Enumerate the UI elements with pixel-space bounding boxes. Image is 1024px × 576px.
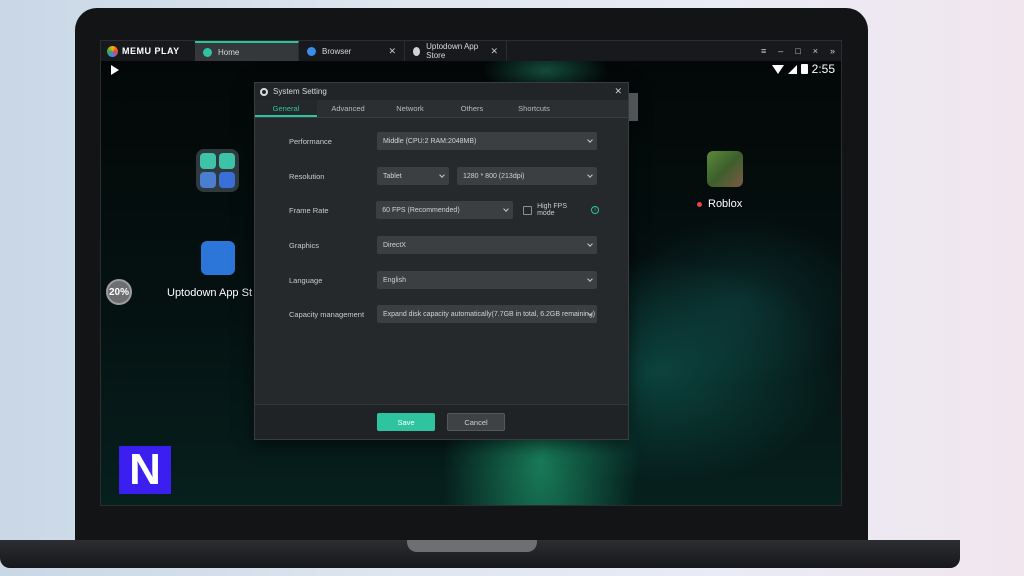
cancel-button[interactable]: Cancel <box>447 413 505 431</box>
laptop-notch <box>407 540 537 552</box>
folder-app-icon <box>219 172 235 188</box>
progress-badge: 20% <box>106 279 132 305</box>
uptodown-app-icon[interactable] <box>201 241 235 275</box>
high-fps-label: High FPS mode <box>537 203 568 217</box>
wifi-icon <box>771 64 784 74</box>
roblox-icon[interactable] <box>707 151 743 187</box>
frame-rate-select[interactable]: 60 FPS (Recommended) <box>376 201 514 219</box>
tab-advanced[interactable]: Advanced <box>317 100 379 117</box>
chevron-down-icon <box>587 172 593 178</box>
tab-others[interactable]: Others <box>441 100 503 117</box>
memu-logo-icon <box>107 45 118 57</box>
chevron-down-icon <box>587 241 593 247</box>
tab-browser-label: Browser <box>322 46 352 56</box>
save-button[interactable]: Save <box>377 413 435 431</box>
emulator-screen: MEMU PLAY Home Browser ✕ Uptodown App St… <box>100 40 842 506</box>
resolution-mode-select[interactable]: Tablet <box>377 167 449 185</box>
tab-shortcuts[interactable]: Shortcuts <box>503 100 565 117</box>
dialog-body: Performance Middle (CPU:2 RAM:2048MB) Re… <box>255 118 628 405</box>
resolution-value: 1280 * 800 (213dpi) <box>463 172 525 180</box>
app-folder[interactable] <box>196 149 239 192</box>
chevron-down-icon <box>587 276 593 282</box>
menu-icon[interactable]: ≡ <box>761 46 766 56</box>
language-row: Language English <box>289 271 599 289</box>
system-tray: 2:55 <box>771 62 835 76</box>
frame-rate-label: Frame Rate <box>289 205 329 215</box>
graphics-label: Graphics <box>289 240 320 250</box>
sidebar-expand-icon[interactable]: » <box>830 46 835 56</box>
dialog-title: System Setting <box>273 87 327 96</box>
tab-uptodown-label: Uptodown App Store <box>426 42 479 60</box>
clock: 2:55 <box>811 62 835 76</box>
system-setting-dialog: System Setting ✕ General Advanced Networ… <box>254 82 629 440</box>
close-icon[interactable]: ✕ <box>490 46 498 57</box>
frame-rate-row: Frame Rate 60 FPS (Recommended) High FPS… <box>289 201 599 219</box>
play-store-icon <box>111 65 119 75</box>
resolution-label: Resolution <box>289 171 325 181</box>
android-status-bar: 2:55 <box>101 61 841 79</box>
maximize-icon[interactable]: □ <box>795 46 800 56</box>
capacity-value: Expand disk capacity automatically(7.7GB… <box>383 310 596 318</box>
capacity-row: Capacity management Expand disk capacity… <box>289 305 599 323</box>
dialog-footer: Save Cancel <box>255 404 628 439</box>
signal-icon <box>787 64 797 74</box>
dialog-scroll-handle[interactable] <box>629 93 638 121</box>
uptodown-app-label[interactable]: Uptodown App St <box>167 287 252 299</box>
performance-label: Performance <box>289 136 332 146</box>
roblox-app-label[interactable]: Roblox <box>697 198 742 210</box>
frame-rate-value: 60 FPS (Recommended) <box>382 206 460 214</box>
language-label: Language <box>289 275 323 285</box>
roblox-label-text: Roblox <box>708 198 743 210</box>
chevron-down-icon <box>439 172 445 178</box>
high-fps-checkbox[interactable] <box>523 205 533 215</box>
store-icon <box>413 46 421 56</box>
chevron-down-icon <box>587 137 593 143</box>
performance-select[interactable]: Middle (CPU:2 RAM:2048MB) <box>377 132 597 150</box>
tab-browser[interactable]: Browser ✕ <box>299 41 405 61</box>
dialog-header: System Setting ✕ <box>255 83 628 100</box>
tab-general[interactable]: General <box>255 100 317 117</box>
new-dot-icon <box>697 201 702 207</box>
resolution-row: Resolution Tablet 1280 * 800 (213dpi) <box>289 167 599 185</box>
tab-network[interactable]: Network <box>379 100 441 117</box>
close-icon[interactable]: ✕ <box>614 86 622 97</box>
close-window-icon[interactable]: × <box>813 46 818 56</box>
resolution-select[interactable]: 1280 * 800 (213dpi) <box>457 167 597 185</box>
language-select[interactable]: English <box>377 271 597 289</box>
brand-text: MEMU PLAY <box>122 46 180 56</box>
tab-home[interactable]: Home <box>195 41 299 61</box>
memu-logo: MEMU PLAY <box>101 45 195 57</box>
tab-home-label: Home <box>218 47 240 57</box>
battery-icon <box>800 64 808 74</box>
home-icon <box>203 47 212 57</box>
graphics-value: DirectX <box>383 241 406 249</box>
folder-app-icon <box>200 153 216 169</box>
gear-icon <box>260 87 268 96</box>
graphics-select[interactable]: DirectX <box>377 236 597 254</box>
chevron-down-icon <box>503 206 509 212</box>
capacity-select[interactable]: Expand disk capacity automatically(7.7GB… <box>377 305 597 323</box>
dialog-tabs: General Advanced Network Others Shortcut… <box>255 100 628 118</box>
browser-icon <box>307 46 316 56</box>
graphics-row: Graphics DirectX <box>289 236 599 254</box>
language-value: English <box>383 276 406 284</box>
info-icon[interactable]: i <box>591 206 599 214</box>
tab-uptodown[interactable]: Uptodown App Store ✕ <box>405 41 507 61</box>
emulator-titlebar: MEMU PLAY Home Browser ✕ Uptodown App St… <box>101 41 841 61</box>
performance-row: Performance Middle (CPU:2 RAM:2048MB) <box>289 132 599 150</box>
folder-app-icon <box>219 153 235 169</box>
performance-value: Middle (CPU:2 RAM:2048MB) <box>383 137 477 145</box>
folder-app-icon <box>200 172 216 188</box>
resolution-mode-value: Tablet <box>383 172 402 180</box>
minimize-icon[interactable]: – <box>778 46 783 56</box>
window-controls: ≡ – □ × » <box>761 46 841 56</box>
capacity-label: Capacity management <box>289 309 365 319</box>
close-icon[interactable]: ✕ <box>388 46 396 57</box>
corner-logo: N <box>119 445 171 494</box>
